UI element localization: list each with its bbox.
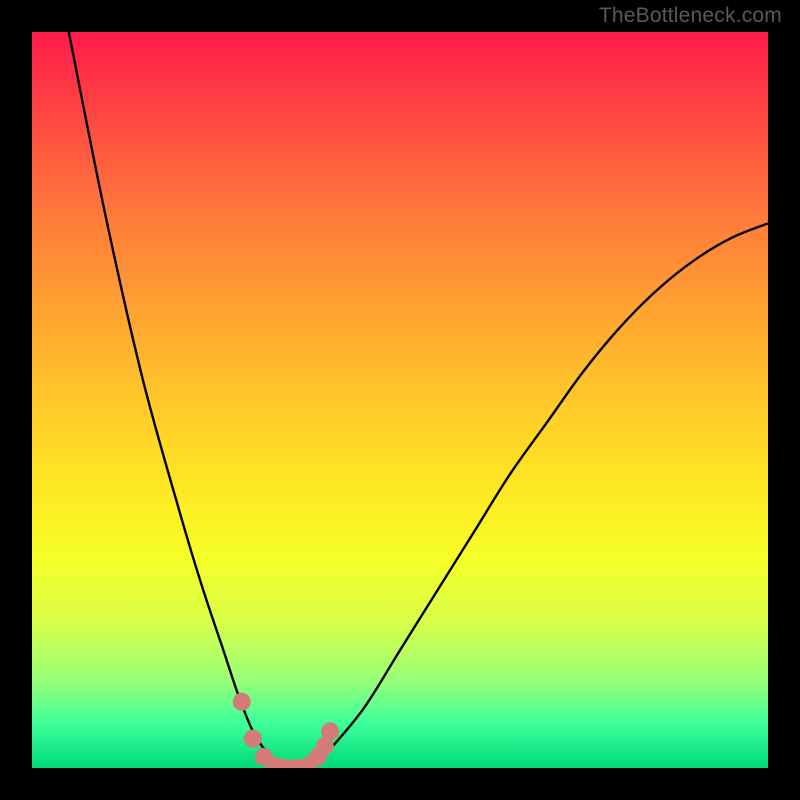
optimal-marker [233, 693, 339, 768]
curve-layer [32, 32, 768, 768]
bottleneck-curve-path [69, 32, 768, 768]
optimal-marker-dot [244, 730, 262, 748]
bottleneck-curve [69, 32, 768, 768]
watermark-text: TheBottleneck.com [599, 4, 782, 28]
optimal-marker-dot [233, 693, 251, 711]
chart-frame: TheBottleneck.com [0, 0, 800, 800]
optimal-marker-dot [321, 722, 339, 740]
plot-area [32, 32, 768, 768]
